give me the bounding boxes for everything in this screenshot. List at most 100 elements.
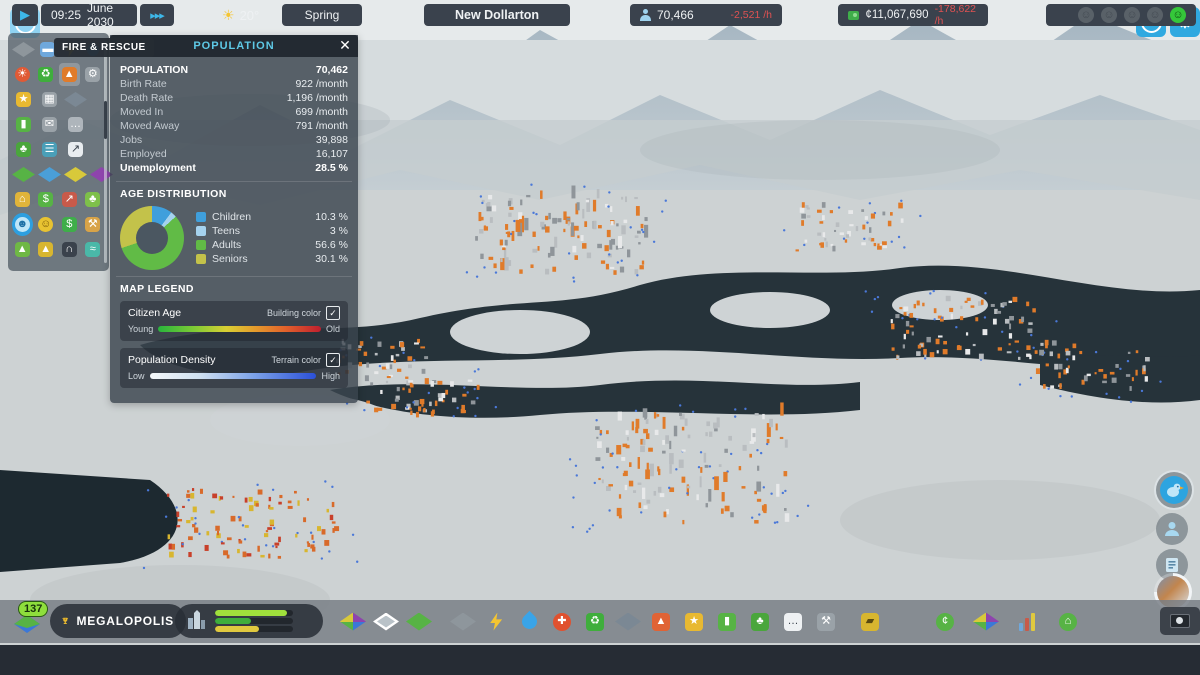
zoning-infoview-icon[interactable]: [12, 163, 35, 186]
city-buildings-icon: [185, 610, 207, 632]
roads-tool-icon: [450, 613, 476, 631]
city-name-display[interactable]: New Dollarton: [424, 4, 570, 26]
communications-tool[interactable]: …: [780, 609, 806, 635]
districts-tool-icon: [373, 613, 399, 631]
fire-rescue-tool[interactable]: ▲: [648, 609, 674, 635]
transportation-tool[interactable]: ▮: [714, 609, 740, 635]
transportation-infoview-icon[interactable]: ▮: [12, 113, 35, 136]
stat-row: Death Rate1,196 /month: [120, 91, 348, 105]
infoview-scrollbar[interactable]: [104, 41, 107, 263]
fire-rescue-infoview-icon-glyph: ▲: [62, 67, 77, 82]
garbage-can-infoview-icon[interactable]: ☰: [38, 138, 61, 161]
agriculture-infoview-icon[interactable]: ♣: [83, 188, 104, 211]
police-tool-icon: ★: [685, 613, 703, 631]
land-price-infoview-icon[interactable]: $: [36, 188, 57, 211]
population-infoview-icon[interactable]: ☻: [12, 213, 33, 236]
terrain-tool[interactable]: [406, 609, 432, 635]
garbage-tool[interactable]: ♻: [582, 609, 608, 635]
milestone-name-pill[interactable]: MEGALOPOLIS: [50, 604, 186, 638]
xp-value: 137: [18, 601, 48, 617]
parks-recreation-tool[interactable]: ♣: [747, 609, 773, 635]
maintenance-infoview-icon-glyph: ⚙: [85, 67, 100, 82]
communications-infoview-icon[interactable]: …: [64, 113, 87, 136]
happiness-face-icon: ☺: [1124, 7, 1140, 23]
money-infoview-icon[interactable]: $: [59, 213, 80, 236]
garbage-can-infoview-icon-glyph: ☰: [42, 142, 57, 157]
status-bar: [0, 645, 1200, 675]
map-legend-card: Citizen AgeBuilding color✓YoungOld: [120, 301, 348, 341]
xp-badge[interactable]: 137: [12, 605, 46, 639]
landscaping-tool[interactable]: ⚒: [813, 609, 839, 635]
land-value-infoview-icon-glyph: [64, 167, 87, 182]
chirper-button[interactable]: [1154, 470, 1194, 510]
economy-button[interactable]: ¢: [932, 609, 958, 635]
fire-rescue-infoview-icon[interactable]: ▲: [59, 63, 80, 86]
post-infoview-icon[interactable]: ✉: [38, 113, 61, 136]
legend-checkbox[interactable]: ✓: [326, 306, 340, 320]
fire-hazard-infoview-icon[interactable]: ☀: [12, 63, 33, 86]
bulldozer-tool[interactable]: ▰: [857, 609, 883, 635]
roads-tool[interactable]: [450, 609, 476, 635]
water-sewage-tool[interactable]: [516, 609, 542, 635]
citizen-button[interactable]: [1156, 513, 1188, 545]
electricity-tool[interactable]: [483, 609, 509, 635]
money-value: ¢11,067,690: [865, 9, 928, 21]
close-icon[interactable]: ✕: [336, 36, 354, 54]
districts-tool[interactable]: [373, 609, 399, 635]
happiness-display[interactable]: ☺☺☺☺☺: [1046, 4, 1196, 26]
population-icon: [640, 9, 651, 21]
education-infoview-icon-glyph: [64, 92, 87, 107]
workers-infoview-icon[interactable]: ⚒: [83, 213, 104, 236]
healthcare-tool[interactable]: ✚: [549, 609, 575, 635]
progression-button[interactable]: ⌂: [1055, 609, 1081, 635]
milestone-name: MEGALOPOLIS: [77, 614, 174, 628]
roads-infoview-icon[interactable]: [12, 38, 35, 61]
progress-bar: [215, 618, 293, 624]
parks-recreation-tool-icon: ♣: [751, 613, 769, 631]
legend-checkbox[interactable]: ✓: [326, 353, 340, 367]
administration-infoview-icon[interactable]: ▦: [38, 88, 61, 111]
population-value: 70,466: [657, 8, 694, 22]
divider: [116, 181, 352, 182]
garbage-infoview-icon-glyph: ♻: [38, 67, 53, 82]
map-legend-card: Population DensityTerrain color✓LowHigh: [120, 348, 348, 388]
terrain-infoview-icon[interactable]: ▲: [12, 238, 33, 261]
statistics-infoview-icon[interactable]: ↗: [59, 188, 80, 211]
time-date-display: 09:25 June 2030: [41, 4, 137, 26]
land-value-infoview-icon[interactable]: [64, 163, 87, 186]
chirper-bird-icon: [1160, 476, 1188, 504]
terrain-tool-icon: [406, 613, 432, 631]
city-progress-pill[interactable]: [175, 604, 323, 638]
statistics-button[interactable]: [1014, 609, 1040, 635]
money-display[interactable]: ¢11,067,690 -178,622 /h: [838, 4, 988, 26]
shoreline-infoview-icon[interactable]: ≈: [83, 238, 104, 261]
education-infoview-icon[interactable]: [64, 88, 87, 111]
shoreline-infoview-icon-glyph: ≈: [85, 242, 100, 257]
police-tool[interactable]: ★: [681, 609, 707, 635]
education-tool[interactable]: [615, 609, 641, 635]
age-distribution-legend: Children10.3 %Teens3 %Adults56.6 %Senior…: [196, 210, 348, 266]
garbage-infoview-icon[interactable]: ♻: [36, 63, 57, 86]
photo-mode-button[interactable]: [1160, 607, 1200, 635]
growth-arrow-infoview-icon[interactable]: ↗: [64, 138, 87, 161]
info-views-button[interactable]: [973, 609, 999, 635]
bulldozer-tool-icon: ▰: [861, 613, 879, 631]
parks-infoview-icon[interactable]: ♣: [12, 138, 35, 161]
zones-tool[interactable]: [340, 609, 366, 635]
resources-infoview-icon[interactable]: ▲: [36, 238, 57, 261]
zoning-infoview-icon-glyph: [12, 167, 35, 182]
maintenance-infoview-icon[interactable]: ⚙: [83, 63, 104, 86]
population-display[interactable]: 70,466 -2,521 /h: [630, 4, 782, 26]
money-infoview-icon-glyph: $: [62, 217, 77, 232]
age-legend-row: Children10.3 %: [196, 210, 348, 224]
water-resources-infoview-icon[interactable]: [38, 163, 61, 186]
happiness-infoview-icon[interactable]: ☺: [36, 213, 57, 236]
electricity-tool-icon: [487, 613, 505, 631]
noise-infoview-icon[interactable]: ∩: [59, 238, 80, 261]
home-infoview-icon[interactable]: ⌂: [12, 188, 33, 211]
roads-infoview-icon-glyph: [12, 42, 35, 57]
play-button[interactable]: ▶: [12, 4, 38, 26]
police-infoview-icon[interactable]: ★: [12, 88, 35, 111]
happiness-infoview-icon-glyph: ☺: [38, 217, 53, 232]
simulation-speed-button[interactable]: ▸▸▸: [140, 4, 174, 26]
